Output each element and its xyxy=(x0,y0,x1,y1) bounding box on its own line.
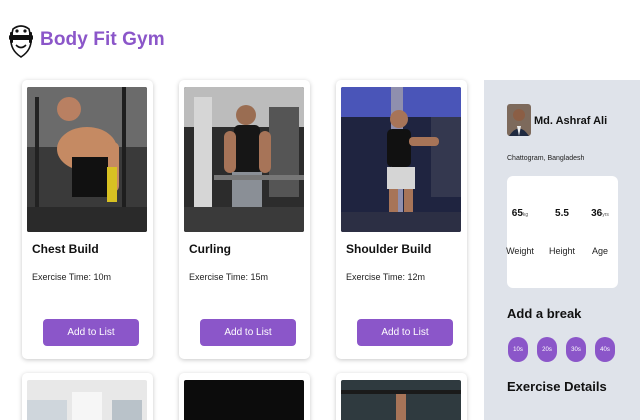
stat-height: 5.5 Height xyxy=(545,208,579,256)
exercise-card xyxy=(179,373,310,420)
stat-unit: yrs xyxy=(602,212,609,218)
stat-label: Age xyxy=(591,246,608,256)
shoulder-workout-photo xyxy=(341,87,461,232)
pullup-workout-photo xyxy=(341,380,461,420)
exercise-card: Chest Build Exercise Time: 10m Add to Li… xyxy=(22,80,153,359)
exercise-card xyxy=(22,373,153,420)
stat-unit: kg xyxy=(522,212,529,218)
user-name: Md. Ashraf Ali xyxy=(534,115,608,127)
stats-panel: 65kg Weight 5.5 Height 36yrs Age xyxy=(506,176,618,288)
add-to-list-button[interactable]: Add to List xyxy=(43,319,139,346)
exercise-time: Exercise Time: 10m xyxy=(32,272,112,282)
break-30s-button[interactable]: 30s xyxy=(566,337,586,362)
card-title: Curling xyxy=(189,242,231,256)
stat-label: Height xyxy=(548,246,575,256)
chest-workout-photo xyxy=(27,87,147,232)
profile-sidebar: Md. Ashraf Ali Chattogram, Bangladesh 65… xyxy=(484,80,640,420)
break-20s-button[interactable]: 20s xyxy=(537,337,557,362)
gym-logo-icon xyxy=(9,25,33,58)
stat-age: 36yrs Age xyxy=(583,208,617,256)
gym-interior-photo xyxy=(27,380,147,420)
break-40s-button[interactable]: 40s xyxy=(595,337,615,362)
break-10s-button[interactable]: 10s xyxy=(508,337,528,362)
exercise-card: Shoulder Build Exercise Time: 12m Add to… xyxy=(336,80,467,359)
break-options: 10s 20s 30s 40s xyxy=(508,337,615,362)
add-break-title: Add a break xyxy=(507,306,582,321)
curling-workout-photo xyxy=(184,87,304,232)
brand-title: Body Fit Gym xyxy=(40,29,165,50)
stat-value: 36 xyxy=(591,208,603,219)
exercise-time: Exercise Time: 12m xyxy=(346,272,426,282)
user-location: Chattogram, Bangladesh xyxy=(507,155,585,162)
header: Body Fit Gym xyxy=(8,18,165,62)
exercise-card: Curling Exercise Time: 15m Add to List xyxy=(179,80,310,359)
card-title: Shoulder Build xyxy=(346,242,432,256)
stat-weight: 65kg Weight xyxy=(503,208,537,256)
dark-gym-photo xyxy=(184,380,304,420)
card-title: Chest Build xyxy=(32,242,99,256)
avatar xyxy=(507,104,531,136)
add-to-list-button[interactable]: Add to List xyxy=(357,319,453,346)
stat-value: 5.5 xyxy=(555,208,569,219)
add-to-list-button[interactable]: Add to List xyxy=(200,319,296,346)
exercise-card xyxy=(336,373,467,420)
stat-value: 65 xyxy=(511,208,523,219)
exercise-details-title: Exercise Details xyxy=(507,379,607,394)
exercise-time: Exercise Time: 15m xyxy=(189,272,269,282)
stat-label: Weight xyxy=(506,246,534,256)
